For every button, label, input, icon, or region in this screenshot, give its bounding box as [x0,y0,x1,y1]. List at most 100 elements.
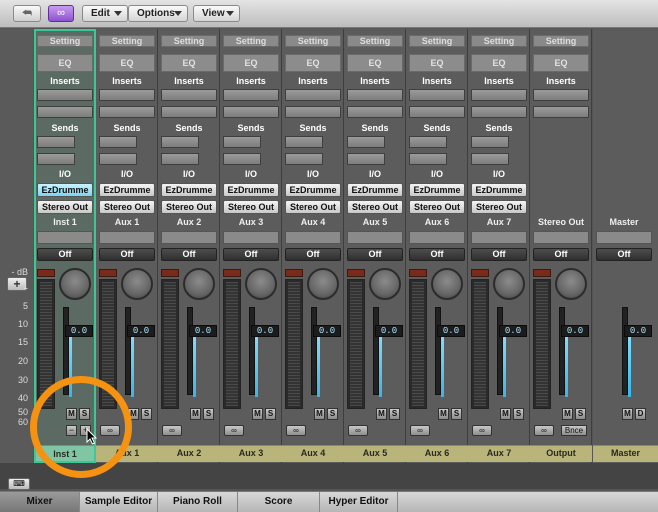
solo-button[interactable]: S [389,408,400,420]
solo-button[interactable]: S [141,408,152,420]
output-button[interactable]: Stereo Out [347,200,403,214]
volume-display[interactable]: 0.0 [65,325,93,337]
setting-button[interactable]: Setting [99,35,155,47]
solo-button[interactable]: S [575,408,586,420]
keyboard-icon[interactable]: ⌨ [8,478,30,490]
setting-button[interactable]: Setting [533,35,589,47]
insert-slot[interactable] [161,106,217,118]
channel-tag[interactable]: Aux 7 [468,445,530,462]
back-arrow-icon[interactable]: ⮪ [13,5,41,22]
setting-button[interactable]: Setting [223,35,279,47]
mute-button[interactable]: M [128,408,139,420]
insert-slot[interactable] [409,89,465,101]
group-slot[interactable] [347,231,403,244]
send-slot[interactable] [347,136,385,148]
tab-score[interactable]: Score [238,492,320,512]
volume-display[interactable]: 0.0 [499,325,527,337]
insert-slot[interactable] [99,106,155,118]
pan-knob[interactable] [121,268,153,300]
mute-button[interactable]: M [500,408,511,420]
eq-button[interactable]: EQ [37,54,93,72]
group-slot[interactable] [223,231,279,244]
eq-button[interactable]: EQ [223,54,279,72]
output-button[interactable]: Stereo Out [223,200,279,214]
group-slot[interactable] [596,231,652,244]
input-button[interactable]: EzDrumme [347,183,403,197]
stereo-link-icon[interactable]: ∞ [224,425,244,436]
pan-knob[interactable] [59,268,91,300]
eq-button[interactable]: EQ [533,54,589,72]
channel-tag[interactable]: Aux 3 [220,445,282,462]
insert-slot[interactable] [471,89,527,101]
send-slot[interactable] [471,136,509,148]
input-button[interactable]: EzDrumme [223,183,279,197]
stereo-link-icon[interactable]: ∞ [162,425,182,436]
automation-button[interactable]: Off [99,248,155,261]
group-slot[interactable] [285,231,341,244]
group-slot[interactable] [409,231,465,244]
dim-button[interactable]: D [635,408,646,420]
insert-slot[interactable] [37,89,93,101]
input-button[interactable]: EzDrumme [409,183,465,197]
insert-slot[interactable] [99,89,155,101]
mute-button[interactable]: M [562,408,573,420]
setting-button[interactable]: Setting [409,35,465,47]
setting-button[interactable]: Setting [471,35,527,47]
automation-button[interactable]: Off [223,248,279,261]
eq-button[interactable]: EQ [409,54,465,72]
mute-button[interactable]: M [66,408,77,420]
automation-button[interactable]: Off [347,248,403,261]
solo-button[interactable]: S [513,408,524,420]
send-slot[interactable] [223,136,261,148]
send-slot[interactable] [37,153,75,165]
automation-button[interactable]: Off [161,248,217,261]
solo-button[interactable]: S [203,408,214,420]
send-slot[interactable] [99,153,137,165]
send-slot[interactable] [471,153,509,165]
insert-slot[interactable] [347,106,403,118]
input-button[interactable]: EzDrumme [285,183,341,197]
pan-knob[interactable] [245,268,277,300]
volume-display[interactable]: 0.0 [313,325,341,337]
pan-knob[interactable] [369,268,401,300]
group-slot[interactable] [99,231,155,244]
link-icon[interactable]: ∞ [48,5,74,22]
volume-display[interactable]: 0.0 [561,325,589,337]
stereo-link-icon[interactable]: ∞ [534,425,554,436]
input-button[interactable]: EzDrumme [471,183,527,197]
pan-knob[interactable] [307,268,339,300]
group-slot[interactable] [533,231,589,244]
tab-mixer[interactable]: Mixer [0,492,80,512]
volume-display[interactable]: 0.0 [624,325,652,337]
insert-slot[interactable] [347,89,403,101]
channel-tag[interactable]: Aux 5 [344,445,406,462]
channel-tag[interactable]: Output [530,445,592,462]
output-button[interactable]: Stereo Out [471,200,527,214]
pan-knob[interactable] [431,268,463,300]
edit-menu[interactable]: Edit [82,5,128,22]
group-slot[interactable] [161,231,217,244]
output-button[interactable]: Stereo Out [37,200,93,214]
input-button[interactable]: EzDrumme [99,183,155,197]
insert-slot[interactable] [533,89,589,101]
volume-display[interactable]: 0.0 [127,325,155,337]
mute-button[interactable]: M [438,408,449,420]
insert-slot[interactable] [223,89,279,101]
tab-hyper-editor[interactable]: Hyper Editor [320,492,398,512]
channel-tag[interactable]: Aux 6 [406,445,468,462]
stereo-link-icon[interactable]: ∞ [472,425,492,436]
insert-slot[interactable] [161,89,217,101]
stereo-link-icon[interactable]: ∞ [410,425,430,436]
group-slot[interactable] [37,231,93,244]
send-slot[interactable] [99,136,137,148]
volume-display[interactable]: 0.0 [375,325,403,337]
output-button[interactable]: Stereo Out [99,200,155,214]
output-button[interactable]: Stereo Out [161,200,217,214]
send-slot[interactable] [409,136,447,148]
mute-button[interactable]: M [622,408,633,420]
options-menu[interactable]: Options [128,5,188,22]
eq-button[interactable]: EQ [161,54,217,72]
insert-slot[interactable] [471,106,527,118]
bounce-button[interactable]: Bnce [561,425,587,436]
insert-slot[interactable] [285,106,341,118]
